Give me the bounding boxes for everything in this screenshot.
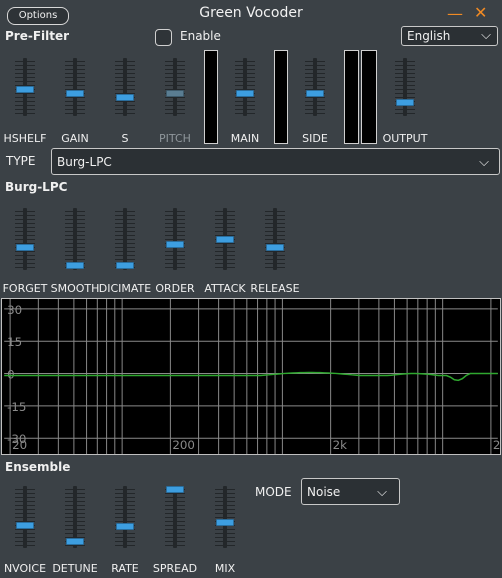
slider-thumb[interactable] bbox=[66, 261, 84, 269]
prefilter-title: Pre-Filter bbox=[5, 29, 70, 43]
ensemble-slider-spread[interactable] bbox=[165, 486, 185, 548]
graph-y-tick-label: 0 bbox=[7, 367, 15, 381]
ensemble-slider-mix[interactable] bbox=[215, 486, 235, 548]
type-value: Burg-LPC bbox=[57, 155, 112, 169]
graph-x-tick-label: 20 bbox=[12, 438, 27, 452]
slider-track bbox=[273, 208, 277, 270]
prefilter-slider-gain[interactable] bbox=[65, 58, 85, 116]
slider-thumb[interactable] bbox=[16, 86, 34, 94]
graph-x-tick-label: 200 bbox=[172, 438, 195, 452]
slider-thumb[interactable] bbox=[66, 538, 84, 546]
enable-checkbox[interactable] bbox=[155, 29, 172, 46]
slider-track bbox=[173, 208, 177, 270]
main-meter bbox=[274, 50, 288, 144]
burg-slider-release[interactable] bbox=[265, 208, 285, 270]
burg-slider-order[interactable] bbox=[165, 208, 185, 270]
window-title: Green Vocoder bbox=[199, 5, 303, 21]
ensemble-slider-rate[interactable] bbox=[115, 486, 135, 548]
burg-slider-label: RELEASE bbox=[250, 282, 300, 295]
prefilter-slider-label: OUTPUT bbox=[382, 132, 428, 145]
burg-slider-attack[interactable] bbox=[215, 208, 235, 270]
side-meter-right bbox=[361, 50, 377, 144]
graph-y-tick-label: 30 bbox=[7, 303, 22, 317]
slider-track bbox=[23, 486, 27, 548]
slider-track bbox=[403, 58, 407, 116]
input-meter bbox=[204, 50, 218, 144]
mode-value: Noise bbox=[307, 485, 341, 499]
slider-thumb[interactable] bbox=[116, 522, 134, 530]
burg-slider-forget[interactable] bbox=[15, 208, 35, 270]
prefilter-slider-s[interactable] bbox=[115, 58, 135, 116]
ensemble-slider-label: MIX bbox=[214, 562, 236, 575]
mode-select[interactable]: Noise ⌵ bbox=[301, 478, 400, 505]
frequency-response-graph: 30150-15-30202002k20k bbox=[1, 298, 501, 455]
chevron-down-icon: ⌵ bbox=[377, 485, 387, 500]
ensemble-slider-detune[interactable] bbox=[65, 486, 85, 548]
slider-track bbox=[123, 58, 127, 116]
prefilter-slider-output[interactable] bbox=[395, 58, 415, 116]
slider-thumb[interactable] bbox=[266, 243, 284, 251]
slider-thumb[interactable] bbox=[166, 486, 184, 493]
slider-track bbox=[123, 208, 127, 270]
enable-label: Enable bbox=[180, 29, 221, 43]
prefilter-slider-hshelf[interactable] bbox=[15, 58, 35, 116]
prefilter-slider-pitch[interactable] bbox=[165, 58, 185, 116]
mode-label: MODE bbox=[255, 485, 292, 499]
prefilter-slider-label: SIDE bbox=[302, 132, 328, 145]
slider-thumb[interactable] bbox=[16, 243, 34, 251]
graph-y-tick-label: 15 bbox=[7, 335, 22, 349]
slider-track bbox=[123, 486, 127, 548]
slider-thumb[interactable] bbox=[306, 89, 324, 97]
slider-thumb[interactable] bbox=[216, 235, 234, 243]
language-value: English bbox=[407, 29, 451, 43]
slider-thumb[interactable] bbox=[236, 89, 254, 97]
slider-thumb[interactable] bbox=[116, 261, 134, 269]
close-icon[interactable]: ✕ bbox=[474, 3, 487, 22]
minimize-icon[interactable]: — bbox=[447, 4, 463, 23]
slider-thumb[interactable] bbox=[16, 521, 34, 529]
slider-track bbox=[223, 486, 227, 548]
burg-slider-dicimate[interactable] bbox=[115, 208, 135, 270]
prefilter-slider-label: MAIN bbox=[230, 132, 260, 145]
slider-track bbox=[23, 208, 27, 270]
prefilter-slider-label: PITCH bbox=[159, 132, 191, 145]
slider-track bbox=[73, 208, 77, 270]
type-select[interactable]: Burg-LPC ⌵ bbox=[51, 148, 500, 175]
graph-x-tick-label: 20k bbox=[493, 438, 501, 452]
slider-track bbox=[313, 58, 317, 116]
slider-track bbox=[73, 58, 77, 116]
prefilter-slider-side[interactable] bbox=[305, 58, 325, 116]
ensemble-title: Ensemble bbox=[5, 460, 71, 474]
ensemble-slider-nvoice[interactable] bbox=[15, 486, 35, 548]
slider-thumb[interactable] bbox=[216, 519, 234, 526]
side-meter-left bbox=[344, 50, 359, 144]
burg-title: Burg-LPC bbox=[5, 180, 68, 194]
slider-thumb[interactable] bbox=[116, 93, 134, 101]
chevron-down-icon: ⌵ bbox=[479, 155, 489, 170]
slider-track bbox=[173, 486, 177, 548]
prefilter-slider-main[interactable] bbox=[235, 58, 255, 116]
slider-thumb[interactable] bbox=[166, 241, 184, 248]
slider-thumb[interactable] bbox=[166, 89, 184, 97]
chevron-down-icon: ⌵ bbox=[481, 28, 491, 43]
graph-x-tick-label: 2k bbox=[333, 438, 348, 452]
slider-track bbox=[243, 58, 247, 116]
type-label: TYPE bbox=[6, 154, 36, 168]
slider-thumb[interactable] bbox=[396, 98, 414, 106]
slider-track bbox=[173, 58, 177, 116]
language-select[interactable]: English ⌵ bbox=[401, 26, 498, 46]
burg-slider-smooth[interactable] bbox=[65, 208, 85, 270]
slider-thumb[interactable] bbox=[66, 89, 84, 97]
